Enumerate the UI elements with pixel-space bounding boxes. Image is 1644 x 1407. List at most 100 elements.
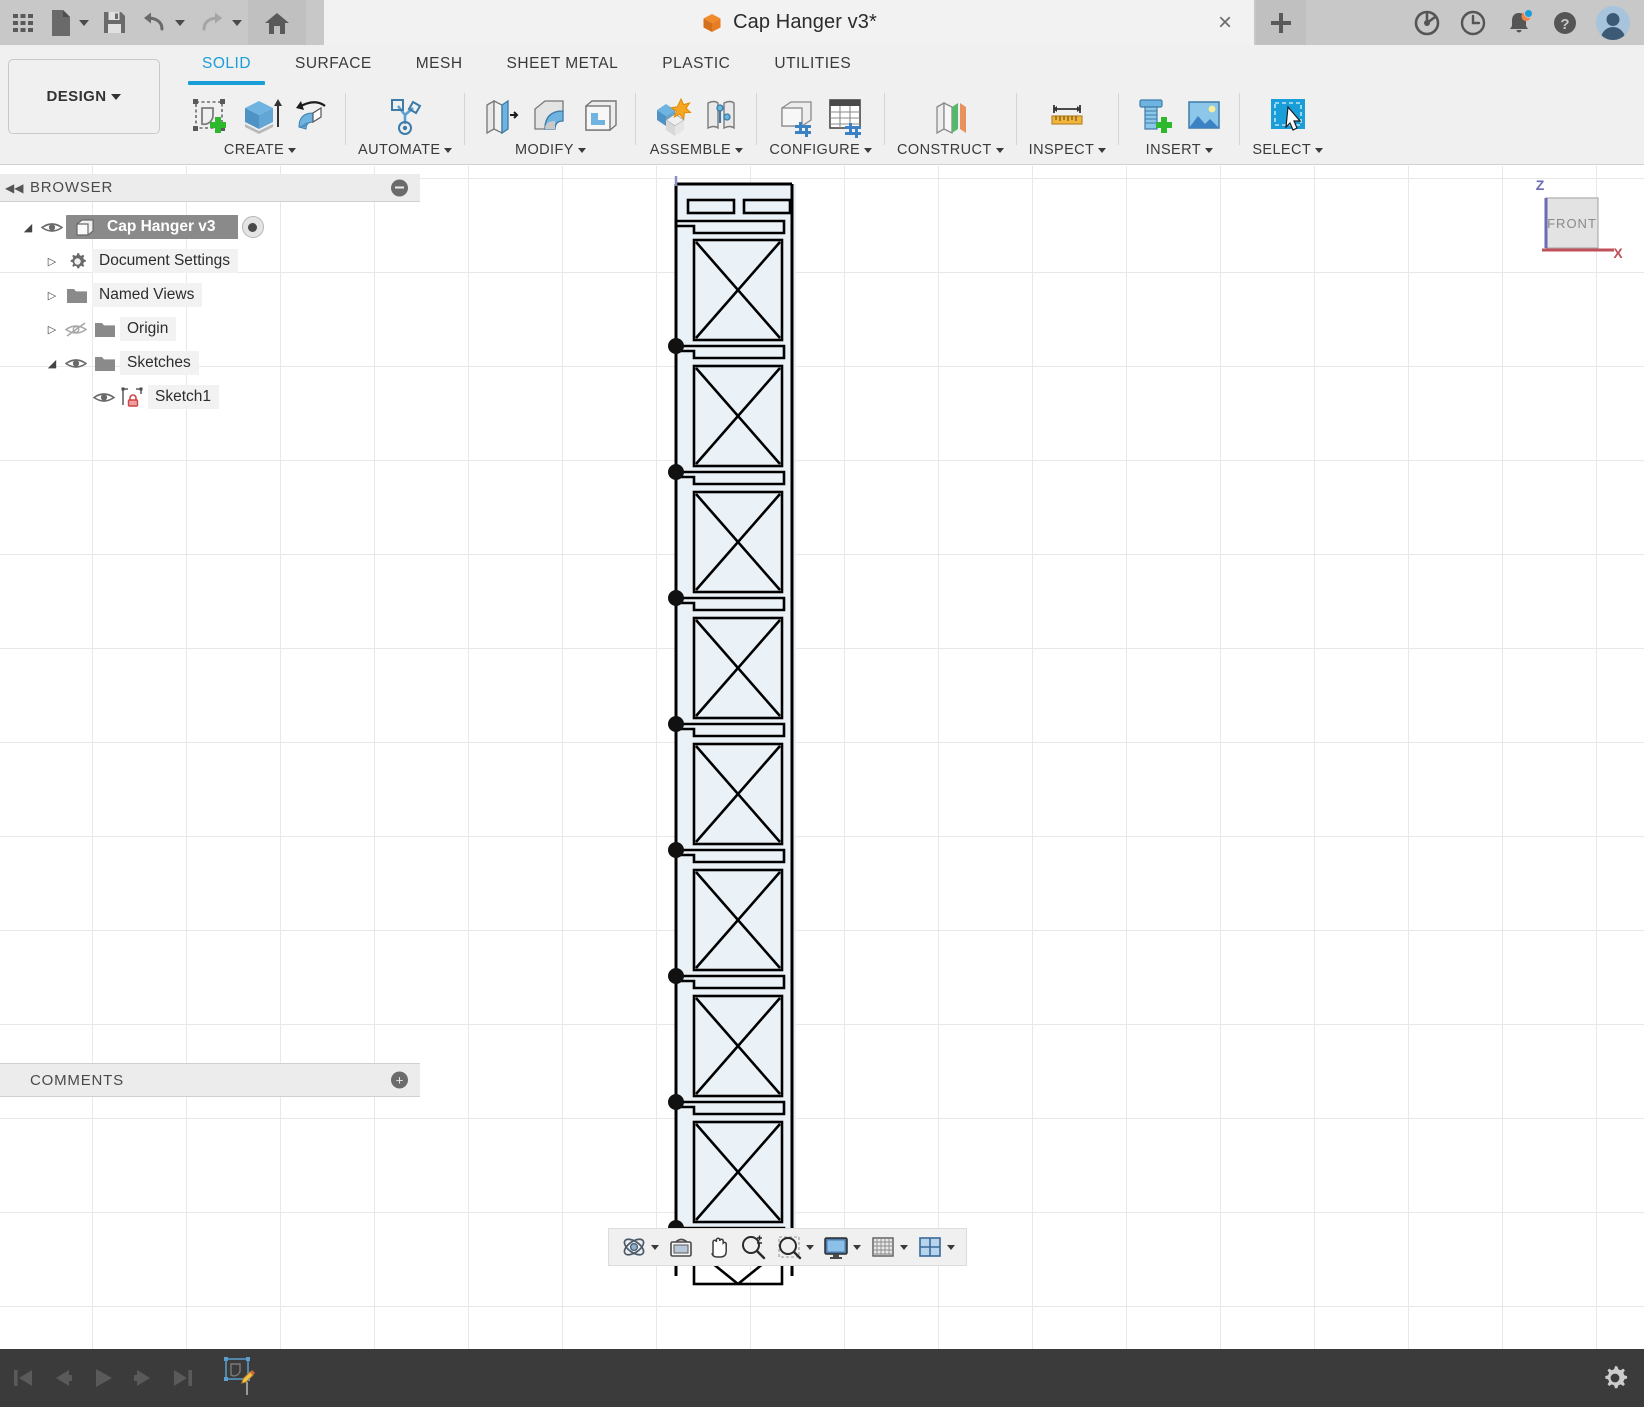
job-status-clock-icon[interactable]	[1458, 8, 1488, 38]
tab-sheet-metal[interactable]: SHEET METAL	[485, 51, 641, 77]
document-tab[interactable]: Cap Hanger v3* ×	[324, 0, 1254, 45]
add-comment-icon[interactable]: +	[391, 1071, 408, 1089]
fillet-icon[interactable]	[527, 93, 573, 139]
minimize-icon[interactable]	[391, 179, 408, 196]
expand-triangle-icon[interactable]: ▷	[42, 323, 62, 336]
chevron-down-icon[interactable]	[232, 19, 242, 26]
go-to-end-button[interactable]	[166, 1361, 200, 1395]
tree-item-document-settings[interactable]: ▷ Document Settings	[0, 244, 420, 278]
tree-item-cap-hanger-v3[interactable]: ◢ Cap Hanger v3	[0, 210, 420, 244]
chevron-down-icon[interactable]	[853, 1244, 861, 1250]
panel-label-configure[interactable]: CONFIGURE	[769, 142, 873, 158]
panel-label-assemble[interactable]: ASSEMBLE	[650, 142, 744, 158]
orbit-icon[interactable]	[617, 1231, 662, 1263]
expand-triangle-icon[interactable]: ◢	[42, 357, 62, 370]
workspace-selector[interactable]: DESIGN	[8, 59, 160, 134]
panel-label-insert[interactable]: INSERT	[1146, 142, 1213, 158]
press-pull-icon[interactable]	[477, 93, 523, 139]
tree-item-sketch1[interactable]: Sketch1	[0, 380, 420, 414]
chevron-down-icon[interactable]	[1098, 147, 1107, 153]
tree-item-sketches[interactable]: ◢ Sketches	[0, 346, 420, 380]
grid-snaps-icon[interactable]	[866, 1231, 911, 1263]
tab-mesh[interactable]: MESH	[394, 51, 485, 77]
panel-label-inspect[interactable]: INSPECT	[1029, 142, 1107, 158]
select-icon[interactable]	[1265, 93, 1311, 139]
comments-panel-header[interactable]: COMMENTS +	[0, 1063, 420, 1097]
automate-icon[interactable]	[382, 93, 428, 139]
new-file-button[interactable]	[42, 0, 95, 45]
chevron-down-icon[interactable]	[175, 19, 185, 26]
insert-canvas-image-icon[interactable]	[1181, 93, 1227, 139]
panel-label-create[interactable]: CREATE	[224, 142, 297, 158]
collapse-left-icon[interactable]: ◀◀	[5, 181, 23, 195]
help-question-icon[interactable]: ?	[1550, 8, 1580, 38]
create-sketch-icon[interactable]	[187, 93, 233, 139]
chevron-down-icon[interactable]	[651, 1244, 659, 1250]
chevron-down-icon[interactable]	[111, 93, 122, 100]
new-component-icon[interactable]	[648, 93, 694, 139]
expand-triangle-icon[interactable]: ▷	[42, 255, 62, 268]
chevron-down-icon[interactable]	[947, 1244, 955, 1250]
expand-triangle-icon[interactable]: ◢	[18, 221, 38, 234]
chevron-down-icon[interactable]	[864, 147, 873, 153]
timeline-settings-gear-icon[interactable]	[1600, 1363, 1630, 1393]
chevron-down-icon[interactable]	[79, 19, 89, 26]
cap-hanger-sketch[interactable]	[668, 176, 838, 1286]
chevron-down-icon[interactable]	[900, 1244, 908, 1250]
chevron-down-icon[interactable]	[1204, 147, 1213, 153]
extension-manager-icon[interactable]	[1412, 8, 1442, 38]
redo-button[interactable]	[191, 0, 248, 45]
step-forward-button[interactable]	[126, 1361, 160, 1395]
joint-icon[interactable]	[698, 93, 744, 139]
visibility-eye-icon[interactable]	[38, 220, 66, 235]
tab-surface[interactable]: SURFACE	[273, 51, 394, 77]
go-to-beginning-button[interactable]	[6, 1361, 40, 1395]
measure-icon[interactable]	[1044, 93, 1090, 139]
activate-component-radio[interactable]	[241, 216, 264, 238]
close-tab-button[interactable]: ×	[1218, 10, 1232, 35]
user-avatar[interactable]	[1596, 5, 1630, 40]
panel-label-select[interactable]: SELECT	[1252, 142, 1324, 158]
panel-label-construct[interactable]: CONSTRUCT	[897, 142, 1004, 158]
display-settings-icon[interactable]	[819, 1231, 864, 1263]
expand-triangle-icon[interactable]: ▷	[42, 289, 62, 302]
tree-item-origin[interactable]: ▷ Origin	[0, 312, 420, 346]
insert-mcmaster-bolt-icon[interactable]	[1131, 93, 1177, 139]
tab-solid[interactable]: SOLID	[180, 51, 273, 85]
timeline-sketch-feature-icon[interactable]	[220, 1356, 270, 1400]
chevron-down-icon[interactable]	[577, 147, 586, 153]
chevron-down-icon[interactable]	[735, 147, 744, 153]
tab-plastic[interactable]: PLASTIC	[640, 51, 752, 77]
chevron-down-icon[interactable]	[444, 147, 453, 153]
save-button[interactable]	[95, 0, 134, 45]
viewports-icon[interactable]	[913, 1231, 958, 1263]
visibility-eye-icon[interactable]	[62, 356, 90, 371]
app-grid-icon[interactable]	[4, 0, 42, 45]
chevron-down-icon[interactable]	[995, 147, 1004, 153]
shell-icon[interactable]	[577, 93, 623, 139]
view-cube[interactable]: FRONT Z X	[1502, 176, 1622, 266]
panel-label-automate[interactable]: AUTOMATE	[358, 142, 453, 158]
zoom-icon[interactable]	[736, 1231, 770, 1263]
visibility-hidden-eye-icon[interactable]	[62, 321, 90, 338]
configuration-table-icon[interactable]	[823, 93, 869, 139]
play-button[interactable]	[86, 1361, 120, 1395]
visibility-eye-icon[interactable]	[90, 390, 118, 405]
root-chip[interactable]: Cap Hanger v3	[66, 215, 238, 239]
chevron-down-icon[interactable]	[1315, 147, 1324, 153]
notifications-bell-icon[interactable]	[1504, 8, 1534, 38]
zoom-window-icon[interactable]	[772, 1231, 817, 1263]
offset-plane-icon[interactable]	[927, 93, 973, 139]
extrude-icon[interactable]	[237, 93, 283, 139]
look-at-icon[interactable]	[664, 1231, 698, 1263]
revolve-icon[interactable]	[287, 93, 333, 139]
new-tab-button[interactable]	[1256, 0, 1306, 45]
panel-label-modify[interactable]: MODIFY	[515, 142, 586, 158]
chevron-down-icon[interactable]	[288, 147, 297, 153]
configured-part-icon[interactable]	[773, 93, 819, 139]
tab-utilities[interactable]: UTILITIES	[752, 51, 873, 77]
undo-button[interactable]	[134, 0, 191, 45]
home-button[interactable]	[248, 0, 306, 45]
tree-item-named-views[interactable]: ▷ Named Views	[0, 278, 420, 312]
pan-hand-icon[interactable]	[700, 1231, 734, 1263]
